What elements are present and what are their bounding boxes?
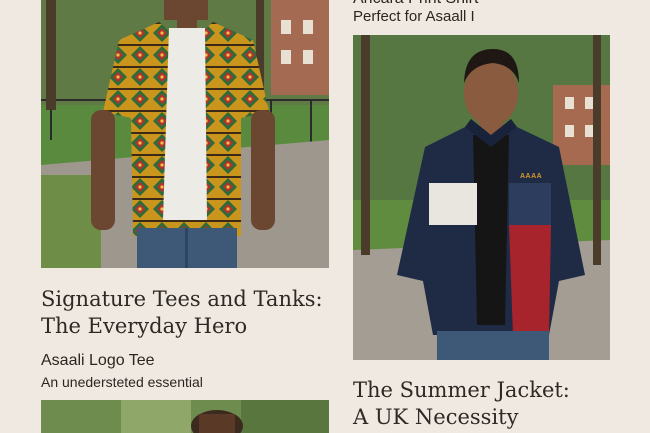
- product-description-ankara-shirt: Perfect for Asaall I: [353, 8, 475, 25]
- section-heading-jacket: The Summer Jacket: A UK Necessity: [353, 377, 570, 431]
- section-heading-jacket-line1: The Summer Jacket:: [353, 378, 570, 402]
- jacket-logo: AAAA: [520, 173, 543, 180]
- ankara-shirt-image: [41, 0, 329, 268]
- section-heading-jacket-line2: A UK Necessity: [353, 405, 519, 429]
- product-name-logo-tee[interactable]: Asaali Logo Tee: [41, 352, 155, 370]
- section-heading-tees-line2: The Everyday Hero: [41, 314, 248, 338]
- section-heading-tees-line1: Signature Tees and Tanks:: [41, 287, 323, 311]
- logo-tee-image: [41, 400, 329, 433]
- ankara-shirt-photo[interactable]: [41, 0, 329, 268]
- product-name-ankara-shirt[interactable]: Ancara Print Shirt: [353, 0, 478, 8]
- product-description-logo-tee: An unedersteted essential: [41, 374, 203, 390]
- section-heading-tees: Signature Tees and Tanks: The Everyday H…: [41, 286, 323, 340]
- logo-tee-photo[interactable]: [41, 400, 329, 433]
- summer-jacket-photo[interactable]: AAAA: [353, 35, 610, 360]
- summer-jacket-image: [353, 35, 610, 360]
